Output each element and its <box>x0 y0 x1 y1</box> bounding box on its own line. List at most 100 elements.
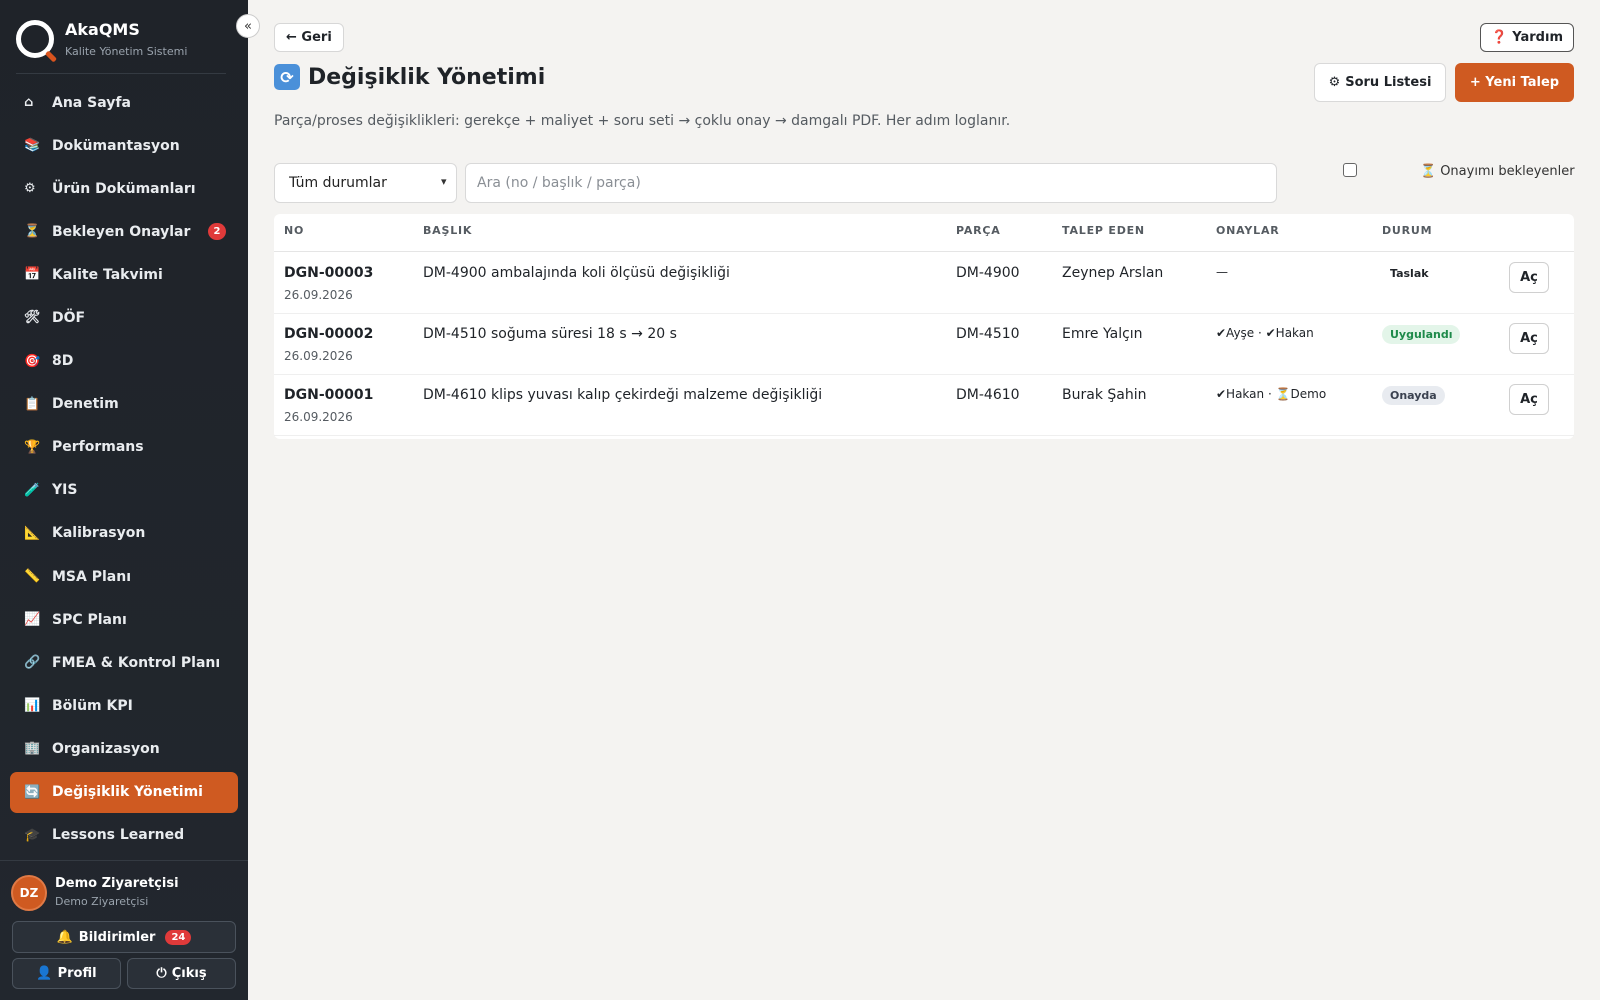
status-badge: Taslak <box>1382 264 1437 283</box>
request-number: DGN-00001 <box>284 387 374 403</box>
open-request-button[interactable]: Aç <box>1509 323 1549 354</box>
tools-icon: 🛠 <box>24 310 41 326</box>
bell-icon: 🔔 <box>56 929 73 945</box>
help-button[interactable]: ❓ Yardım <box>1480 23 1574 52</box>
pending-approvals-checkbox[interactable] <box>1343 163 1357 177</box>
approvals-summary: — <box>1216 265 1228 279</box>
page-description: Parça/proses değişiklikleri: gerekçe + m… <box>274 113 1011 129</box>
calendar-icon: 📅 <box>24 267 41 283</box>
new-request-button[interactable]: + Yeni Talep <box>1455 63 1574 102</box>
sidebar-item-spc-planı[interactable]: 📈 SPC Planı <box>10 599 238 640</box>
sidebar-item-değişiklik-yönetimi[interactable]: 🔄 Değişiklik Yönetimi <box>10 771 238 813</box>
sidebar-item-fmea-kontrol-planı[interactable]: 🔗 FMEA & Kontrol Planı <box>10 642 238 683</box>
sidebar-item-label: SPC Planı <box>52 611 127 628</box>
sidebar-item-label: Bekleyen Onaylar <box>52 223 191 240</box>
column-header-part[interactable]: PARÇA <box>956 224 1001 237</box>
column-header-status[interactable]: DURUM <box>1382 224 1432 237</box>
app-subtitle: Kalite Yönetim Sistemi <box>65 45 188 58</box>
sidebar-item-label: Değişiklik Yönetimi <box>52 784 203 800</box>
sidebar-item-lessons-learned[interactable]: 🎓 Lessons Learned <box>10 815 238 856</box>
sidebar-item-kalite-takvimi[interactable]: 📅 Kalite Takvimi <box>10 254 238 295</box>
request-title: DM-4900 ambalajında koli ölçüsü değişikl… <box>423 265 730 281</box>
notifications-label: Bildirimler <box>78 929 156 945</box>
status-filter-select[interactable]: Tüm durumlar <box>274 163 457 203</box>
sidebar-item-label: Dokümantasyon <box>52 137 180 154</box>
gear-icon: ⚙ <box>1328 75 1341 90</box>
column-header-no[interactable]: NO <box>284 224 304 237</box>
status-badge: Uygulandı <box>1382 325 1461 344</box>
logout-button[interactable]: ⏻ Çıkış <box>127 958 236 989</box>
request-date: 26.09.2026 <box>284 410 353 424</box>
app-name: AkaQMS <box>65 20 140 39</box>
sidebar-item-label: MSA Planı <box>52 568 131 585</box>
cycle-icon: ⟳ <box>274 64 300 90</box>
app-logo-icon <box>16 20 54 58</box>
request-title: DM-4610 klips yuvası kalıp çekirdeği mal… <box>423 387 823 403</box>
brand: AkaQMS Kalite Yönetim Sistemi <box>16 18 226 74</box>
sidebar-item-label: Ana Sayfa <box>52 94 131 111</box>
sidebar-footer: DZ Demo Ziyaretçisi Demo Ziyaretçisi 🔔 B… <box>0 860 248 1000</box>
sidebar-item-label: FMEA & Kontrol Planı <box>52 654 221 671</box>
logout-label: Çıkış <box>171 966 207 981</box>
sidebar-item-label: Organizasyon <box>52 740 160 757</box>
sidebar-item-label: YIS <box>52 482 78 499</box>
cycle-icon: 🔄 <box>24 784 41 800</box>
approvals-summary: ✔Hakan · ⏳Demo <box>1216 387 1327 401</box>
building-icon: 🏢 <box>24 741 41 757</box>
request-number: DGN-00003 <box>284 265 374 281</box>
sidebar-item-kalibrasyon[interactable]: 📐 Kalibrasyon <box>10 513 238 554</box>
sidebar-item-label: Kalite Takvimi <box>52 266 163 283</box>
sidebar-item-8d[interactable]: 🎯 8D <box>10 341 238 382</box>
table-row: DGN-00002 26.09.2026 DM-4510 soğuma süresi… <box>274 313 1574 375</box>
user-name: Demo Ziyaretçisi <box>55 876 179 891</box>
sidebar-item-dokümantasyon[interactable]: 📚 Dokümantasyon <box>10 125 238 166</box>
sidebar-item-döf[interactable]: 🛠 DÖF <box>10 297 238 338</box>
power-icon: ⏻ <box>156 966 167 981</box>
sidebar-item-bekleyen-onaylar[interactable]: ⏳ Bekleyen Onaylar 2 <box>10 211 238 252</box>
column-header-approvals[interactable]: ONAYLAR <box>1216 224 1280 237</box>
gear-icon: ⚙ <box>24 181 36 197</box>
table-row: DGN-00001 26.09.2026 DM-4610 klips yuvası … <box>274 374 1574 436</box>
sidebar-item-label: Performans <box>52 439 144 456</box>
chart-up-icon: 📈 <box>24 612 41 628</box>
search-input[interactable] <box>465 163 1277 203</box>
request-date: 26.09.2026 <box>284 288 353 302</box>
home-icon: ⌂ <box>24 95 34 110</box>
sidebar-item-label: DÖF <box>52 309 86 326</box>
column-header-title[interactable]: BAŞLIK <box>423 224 472 237</box>
column-header-requester[interactable]: TALEP EDEN <box>1062 224 1145 237</box>
sidebar-item-bölüm-kpi[interactable]: 📊 Bölüm KPI <box>10 685 238 726</box>
sidebar-item-ürün-dokümanları[interactable]: ⚙ Ürün Dokümanları <box>10 168 238 209</box>
notifications-button[interactable]: 🔔 Bildirimler 24 <box>12 921 236 953</box>
part-number: DM-4510 <box>956 326 1020 342</box>
sidebar-item-msa-planı[interactable]: 📏 MSA Planı <box>10 556 238 597</box>
requester-name: Zeynep Arslan <box>1062 265 1164 281</box>
sidebar-item-organizasyon[interactable]: 🏢 Organizasyon <box>10 728 238 769</box>
sidebar-item-performans[interactable]: 🏆 Performans <box>10 427 238 468</box>
question-list-button[interactable]: ⚙ Soru Listesi <box>1314 63 1446 102</box>
collapse-sidebar-button[interactable]: « <box>236 14 260 38</box>
question-list-label: Soru Listesi <box>1345 75 1432 90</box>
triangle-ruler-icon: 📐 <box>24 525 41 541</box>
page-title-text: Değişiklik Yönetimi <box>308 64 546 90</box>
table-row: DGN-00003 26.09.2026 DM-4900 ambalajında k… <box>274 252 1574 314</box>
requester-name: Burak Şahin <box>1062 387 1147 403</box>
sidebar-item-label: Ürün Dokümanları <box>52 180 196 197</box>
request-date: 26.09.2026 <box>284 349 353 363</box>
avatar[interactable]: DZ <box>11 875 47 911</box>
test-tube-icon: 🧪 <box>24 482 41 498</box>
sidebar-item-denetim[interactable]: 📋 Denetim <box>10 384 238 425</box>
profile-button[interactable]: 👤 Profil <box>12 958 121 989</box>
back-button[interactable]: ← Geri <box>274 23 344 52</box>
open-request-button[interactable]: Aç <box>1509 384 1549 415</box>
sidebar-item-yis[interactable]: 🧪 YIS <box>10 470 238 511</box>
notifications-count-badge: 24 <box>165 929 192 945</box>
sidebar-item-ana-sayfa[interactable]: ⌂ Ana Sayfa <box>10 82 238 123</box>
request-title: DM-4510 soğuma süresi 18 s → 20 s <box>423 326 677 342</box>
sidebar-item-label: 8D <box>52 353 74 370</box>
ruler-icon: 📏 <box>24 569 41 585</box>
bar-chart-icon: 📊 <box>24 698 41 714</box>
pending-approvals-filter[interactable]: ⏳ Onayımı bekleyenler <box>1420 164 1575 179</box>
open-request-button[interactable]: Aç <box>1509 262 1549 293</box>
sidebar-nav: ⌂ Ana Sayfa 📚 Dokümantasyon ⚙ Ürün Dokümanlar… <box>10 82 238 858</box>
